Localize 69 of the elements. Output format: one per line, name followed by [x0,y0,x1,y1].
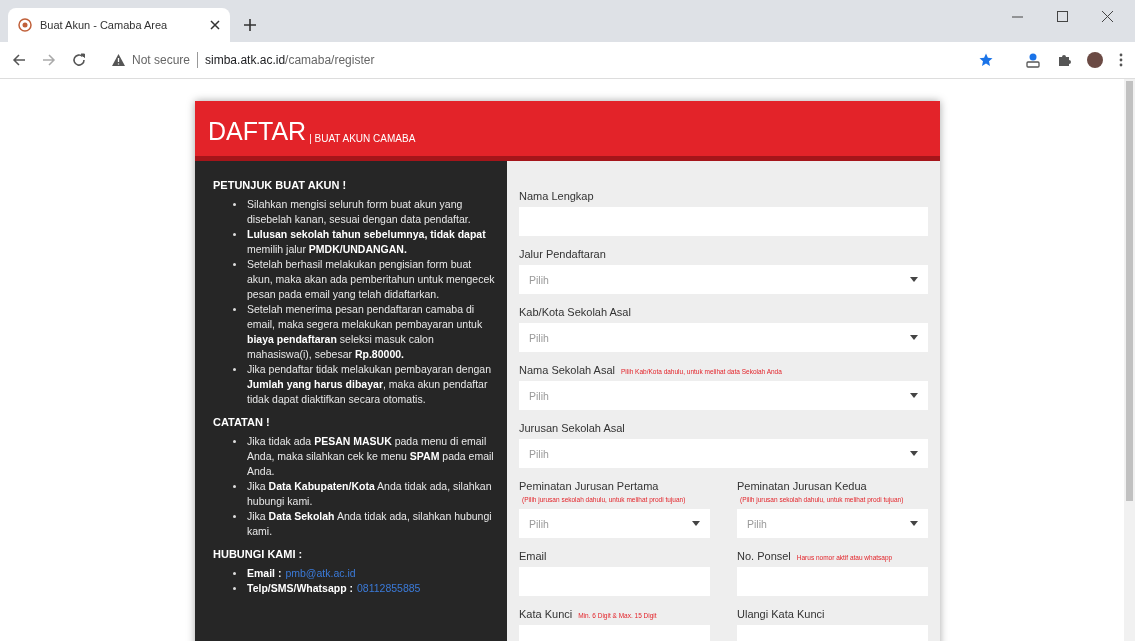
bullet-icon [233,308,236,311]
instruction-text: Lulusan sekolah tahun sebelumnya, tidak dapat memilih jalur PMDK/UNDANGAN. [247,227,487,257]
contact-label: Email : [247,566,282,581]
instruction-text: Jika pendaftar tidak melakukan pembayaran dengan Jumlah yang harus dibayar, maka akun pendaftar tidak dapat diaktifkan secara otomatis. [247,362,492,407]
field-label: Nama Lengkap [519,189,594,204]
warning-icon [112,54,125,66]
scrollbar[interactable] [1124,79,1135,641]
instruction-text: Setelah menerima pesan pendaftaran camaba di email, maka segera melakukan pembayaran untuk biaya pendaftaran seleksi masuk calon mahasiswa(i), sebesar Rp.80000. [247,302,484,362]
caret-icon [910,451,918,456]
field-label: Peminatan Jurusan Pertama [519,479,659,494]
select-field[interactable]: Pilih [519,323,928,352]
section-heading: PETUNJUK BUAT AKUN ! [213,179,348,191]
field-label: Jurusan Sekolah Asal [519,421,625,436]
back-icon[interactable] [12,53,26,67]
page-title: DAFTAR [208,118,307,144]
instruction-text: Jika Data Sekolah Anda tidak ada, silahkan hubungi kami. [247,509,493,539]
bullet-icon [233,485,236,488]
select-field[interactable]: Pilih [519,265,928,294]
bullet-icon [233,440,236,443]
bullet-icon [233,368,236,371]
field-label: Kata Kunci [519,607,573,622]
new-tab-icon[interactable] [244,19,256,31]
address-bar[interactable]: Not secure simba.atk.ac.id/camaba/register [102,46,1003,74]
field-label: Nama Sekolah Asal [519,363,615,378]
page-subtitle: | BUAT AKUN CAMABA [309,133,416,144]
caret-icon [910,277,918,282]
section-heading: HUBUNGI KAMI : [213,548,304,560]
seal-icon [18,18,32,32]
select-field[interactable]: Pilih [519,509,710,538]
url-text: simba.atk.ac.id/camaba/register [205,53,375,67]
select-field[interactable]: Pilih [519,381,928,410]
select-field[interactable]: Pilih [737,509,928,538]
instruction-text: Silahkan mengisi seluruh form buat akun yang disebelah kanan, sesuai dengan data pendaftar. [247,197,472,227]
field-label: Jalur Pendaftaran [519,247,606,262]
instruction-text: Jika tidak ada PESAN MASUK pada menu di email Anda, maka silahkan cek ke menu SPAM pada email Anda. [247,434,495,479]
bullet-icon [233,515,236,518]
contact-link[interactable]: pmb@atk.ac.id [285,566,356,581]
browser-tab[interactable]: Buat Akun - Camaba Area [8,8,230,42]
reload-icon[interactable] [72,53,86,67]
instruction-text: Setelah berhasil melakukan pengisian form buat akun, maka akan ada pemberitahun untuk mengecek pesan pada email yang telah didaftarkan. [247,257,496,302]
field-label: Ulangi Kata Kunci [737,607,825,622]
bullet-icon [233,203,236,206]
caret-icon [692,521,700,526]
puzzle-icon[interactable] [1057,53,1071,67]
maximize-icon[interactable] [1057,11,1068,22]
instruction-text: Jika Data Kabupaten/Kota Anda tidak ada, silahkan hubungi kami. [247,479,493,509]
menu-icon[interactable] [1119,53,1123,67]
bullet-icon [233,572,236,575]
star-icon[interactable] [979,53,993,67]
close-icon[interactable] [1102,11,1113,22]
avatar[interactable] [1087,52,1103,68]
caret-icon [910,393,918,398]
section-heading: CATATAN ! [213,416,271,428]
caret-icon [910,335,918,340]
security-label: Not secure [132,53,191,67]
field-label: Peminatan Jurusan Kedua [737,479,867,494]
field-label: Kab/Kota Sekolah Asal [519,305,631,320]
forward-icon[interactable] [42,53,56,67]
bullet-icon [233,587,236,590]
contact-label: Telp/SMS/Whatsapp : [247,581,353,596]
contact-link[interactable]: 08112855885 [357,581,421,596]
field-label: Email [519,549,547,564]
person-icon[interactable] [1025,52,1041,68]
bullet-icon [233,233,236,236]
caret-icon [910,521,918,526]
field-label: No. Ponsel [737,549,791,564]
bullet-icon [233,263,236,266]
select-field[interactable]: Pilih [519,439,928,468]
close-icon[interactable] [210,20,220,30]
